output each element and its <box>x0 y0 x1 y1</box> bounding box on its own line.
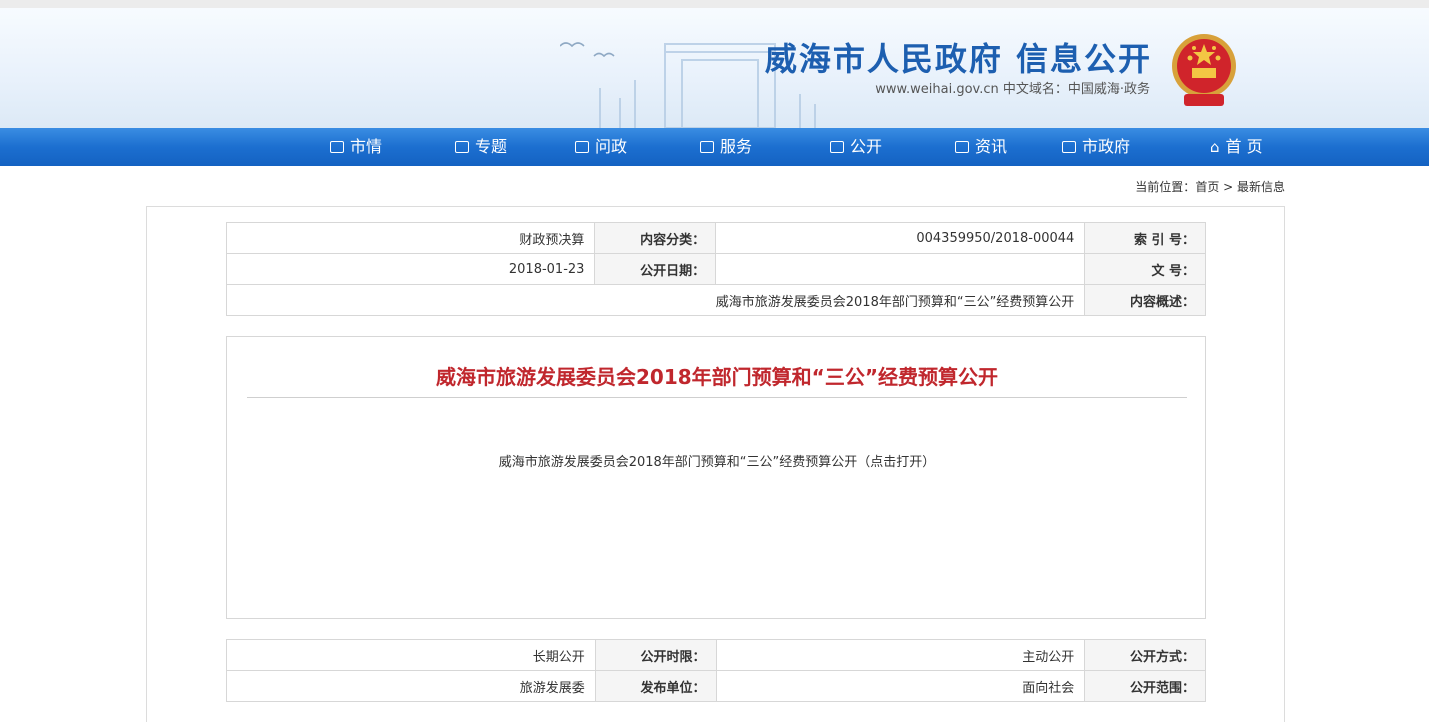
mode-value: 主动公开 <box>715 639 1086 671</box>
index-label: 索 引 号： <box>1084 222 1206 254</box>
table-row: 旅游发展委 发布单位： 面向社会 公开范围： <box>226 670 1206 702</box>
book-icon <box>830 141 844 153</box>
nav-item-inquiry[interactable]: 问政 <box>575 128 627 166</box>
article-title: 威海市旅游发展委员会2018年部门预算和“三公”经费预算公开 <box>436 365 998 389</box>
breadcrumb: 当前位置：首页 > 最新信息 <box>1080 178 1285 195</box>
site-header: 威海市人民政府 信息公开 www.weihai.gov.cn 中文域名：中国威海… <box>0 8 1429 128</box>
summary-label: 内容概述： <box>1084 284 1206 316</box>
date-value: 2018-01-23 <box>225 253 596 285</box>
table-row: 威海市旅游发展委员会2018年部门预算和“三公”经费预算公开 内容概述： <box>225 284 1206 316</box>
publisher-value: 旅游发展委 <box>226 670 596 702</box>
summary-value: 威海市旅游发展委员会2018年部门预算和“三公”经费预算公开 <box>225 284 1086 316</box>
period-value: 长期公开 <box>226 639 596 671</box>
metadata-table-bottom: 长期公开 公开时限： 主动公开 公开方式： 旅游发展委 发布单位： 面向社会 公… <box>226 639 1206 702</box>
nav-item-news[interactable]: 资讯 <box>955 128 1007 166</box>
home-icon: ⌂ <box>1210 138 1220 156</box>
site-subtitle: www.weihai.gov.cn 中文域名：中国威海·政务 <box>875 82 1150 97</box>
topic-icon <box>455 141 469 153</box>
main-nav: ⌂ 首 页 市政府 资讯 公开 服务 问政 专题 市情 <box>0 128 1429 166</box>
breadcrumb-label: 当前位置： <box>1135 180 1196 194</box>
nav-item-disclosure[interactable]: 公开 <box>830 128 882 166</box>
service-icon <box>700 141 714 153</box>
nav-item-topics[interactable]: 专题 <box>455 128 507 166</box>
scope-label: 公开范围： <box>1084 670 1206 702</box>
news-icon <box>955 141 969 153</box>
table-row: 财政预决算 内容分类： 004359950/2018-00044 索 引 号： <box>225 222 1206 254</box>
category-value: 财政预决算 <box>225 222 596 254</box>
table-row: 2018-01-23 公开日期： 文 号： <box>225 253 1206 285</box>
nav-item-home[interactable]: ⌂ 首 页 <box>1210 128 1263 166</box>
attachment-link[interactable]: 威海市旅游发展委员会2018年部门预算和“三公”经费预算公开（点击打开） <box>247 451 1187 470</box>
period-label: 公开时限： <box>594 639 717 671</box>
nav-item-service[interactable]: 服务 <box>700 128 752 166</box>
scope-value: 面向社会 <box>715 670 1086 702</box>
breadcrumb-path[interactable]: 首页 > 最新信息 <box>1195 180 1285 194</box>
category-label: 内容分类： <box>594 222 717 254</box>
doc-number-label: 文 号： <box>1084 253 1206 285</box>
top-strip <box>0 0 1429 8</box>
metadata-table-top: 财政预决算 内容分类： 004359950/2018-00044 索 引 号： … <box>225 222 1206 316</box>
publisher-label: 发布单位： <box>594 670 717 702</box>
nav-item-government[interactable]: 市政府 <box>1062 128 1130 166</box>
national-emblem-icon <box>1172 34 1236 106</box>
chat-icon <box>575 141 589 153</box>
city-info-icon <box>330 141 344 153</box>
site-title: 威海市人民政府 信息公开 <box>764 40 1152 78</box>
article-box: 威海市旅游发展委员会2018年部门预算和“三公”经费预算公开 威海市旅游发展委员… <box>226 336 1206 619</box>
date-label: 公开日期： <box>594 253 717 285</box>
doc-number-value <box>715 253 1086 285</box>
building-icon <box>1062 141 1076 153</box>
nav-item-city-info[interactable]: 市情 <box>330 128 382 166</box>
table-row: 长期公开 公开时限： 主动公开 公开方式： <box>226 639 1206 671</box>
title-divider <box>247 397 1187 398</box>
index-value: 004359950/2018-00044 <box>715 222 1086 254</box>
mode-label: 公开方式： <box>1084 639 1206 671</box>
